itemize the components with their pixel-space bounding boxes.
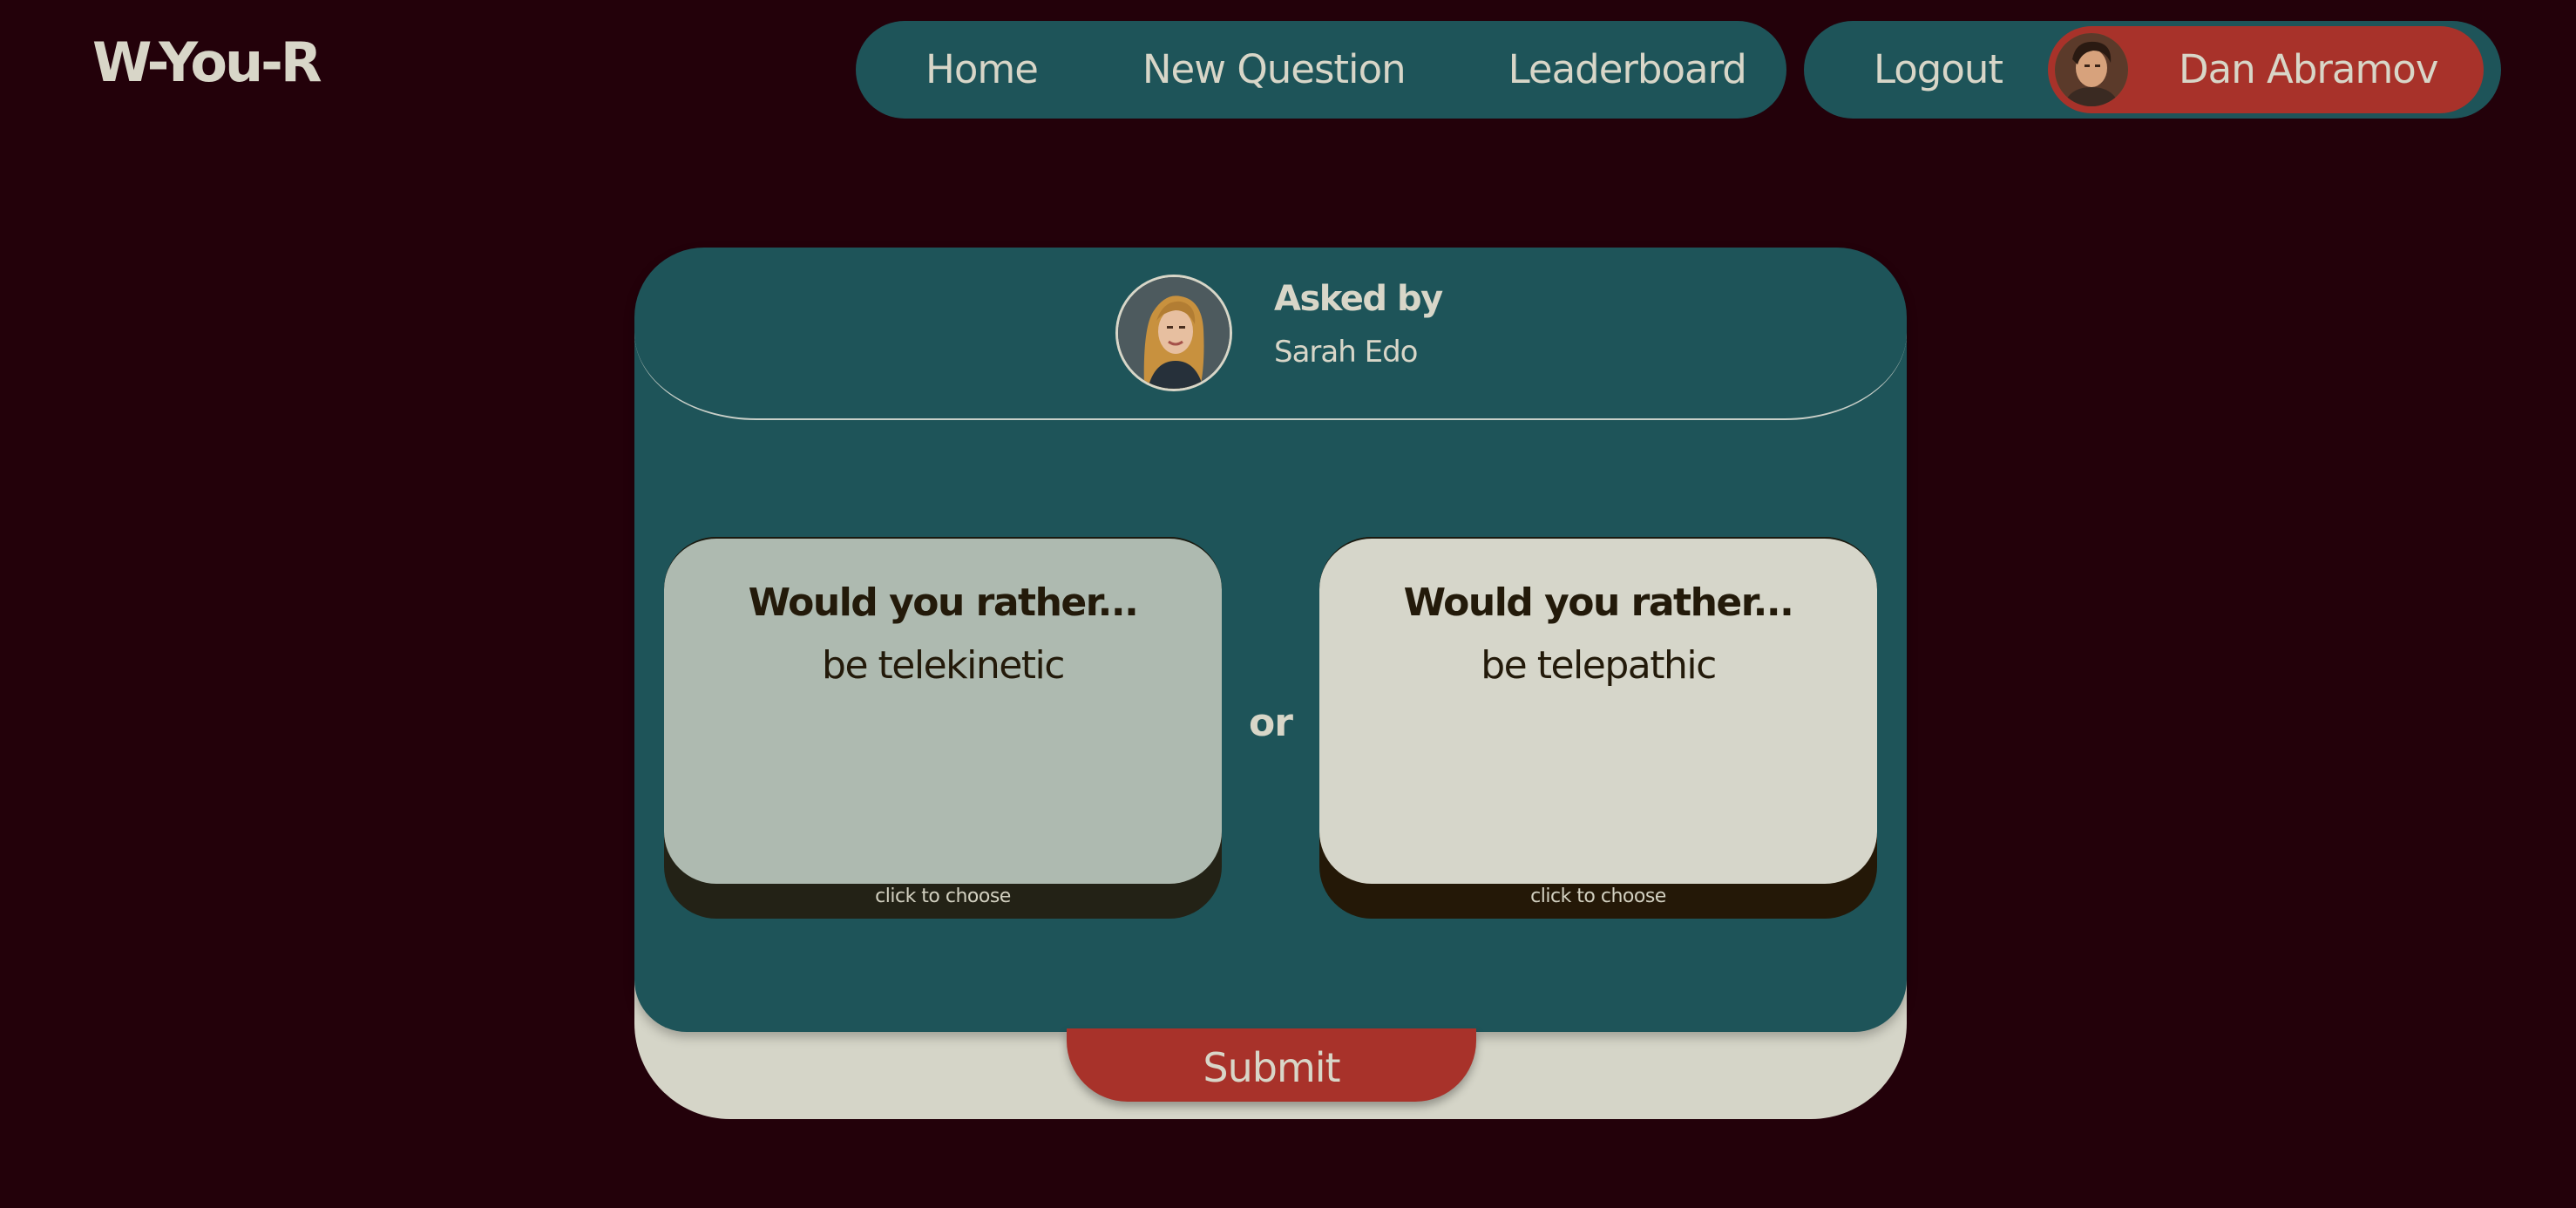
user-nav: Logout Dan Abramov <box>1804 21 2501 119</box>
current-user-badge[interactable]: Dan Abramov <box>2048 26 2484 113</box>
option-two-face: Would you rather... be telepathic <box>1319 537 1877 884</box>
app-logo[interactable]: W-You-R <box>92 26 322 99</box>
option-two-hint: click to choose <box>1530 886 1666 907</box>
asked-by-label: Asked by <box>1274 279 1443 319</box>
main-nav: Home New Question Leaderboard <box>856 21 1786 119</box>
option-two-card[interactable]: Would you rather... be telepathic click … <box>1319 537 1877 919</box>
user-avatar <box>2055 33 2128 106</box>
nav-leaderboard-link[interactable]: Leaderboard <box>1508 21 1747 119</box>
question-panel: Asked by Sarah Edo Would you rather... b… <box>634 248 1907 1032</box>
submit-button[interactable]: Submit <box>1067 1028 1476 1102</box>
nav-home-link[interactable]: Home <box>925 21 1039 119</box>
logout-link[interactable]: Logout <box>1874 21 2003 119</box>
or-divider: or <box>1249 701 1293 745</box>
option-one-face: Would you rather... be telekinetic <box>664 537 1222 884</box>
author-name: Sarah Edo <box>1274 335 1418 370</box>
author-avatar <box>1115 275 1232 391</box>
option-one-card[interactable]: Would you rather... be telekinetic click… <box>664 537 1222 919</box>
user-name: Dan Abramov <box>2179 46 2438 92</box>
option-one-text: be telekinetic <box>822 643 1065 688</box>
option-two-title: Would you rather... <box>1403 580 1794 625</box>
option-one-title: Would you rather... <box>748 580 1139 625</box>
question-header: Asked by Sarah Edo <box>634 248 1907 420</box>
option-two-text: be telepathic <box>1481 643 1717 688</box>
option-one-hint: click to choose <box>875 886 1011 907</box>
nav-new-question-link[interactable]: New Question <box>1142 21 1407 119</box>
